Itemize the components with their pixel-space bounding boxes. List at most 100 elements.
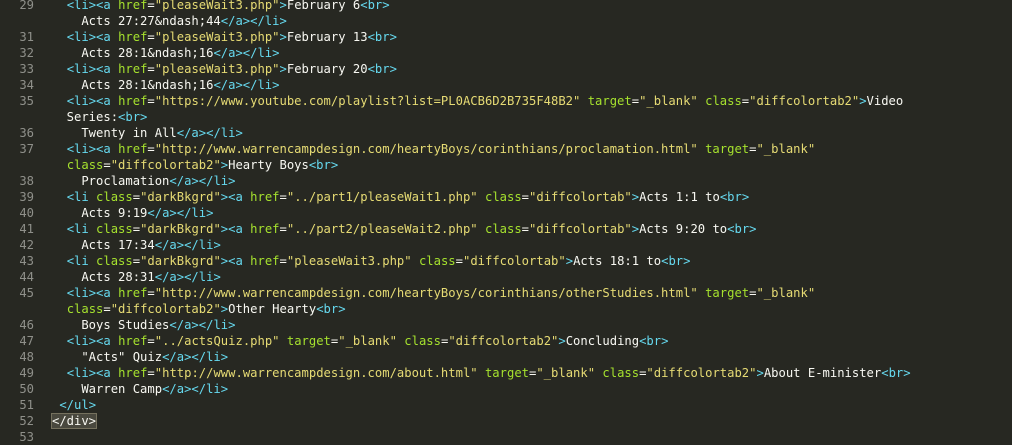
code-token: "_blank" [756, 286, 816, 300]
code-line[interactable]: 43 <li class="darkBkgrd"><a href="please… [0, 253, 1012, 269]
code-line[interactable]: Acts 27:27&ndash;44</a></li> [0, 13, 1012, 29]
code-token: "_blank" [639, 94, 698, 108]
code-token: Acts 18:1 to [573, 254, 662, 268]
code-token: = [132, 222, 141, 236]
code-line[interactable]: 39 <li class="darkBkgrd"><a href="../par… [0, 189, 1012, 205]
code-token: <li> [66, 94, 97, 108]
code-line[interactable]: 31 <li><a href="pleaseWait3.php">Februar… [0, 29, 1012, 45]
code-line[interactable]: 53 [0, 429, 1012, 445]
code-text: Acts 28:1&ndash;16</a></li> [52, 77, 279, 93]
code-line[interactable]: 41 <li class="darkBkgrd"><a href="../par… [0, 221, 1012, 237]
code-token: <br> [881, 366, 911, 380]
code-token: = [147, 94, 155, 108]
code-line[interactable]: 46 Boys Studies</a></li> [0, 317, 1012, 333]
code-text: class="diffcolortab2">Hearty Boys<br> [52, 157, 339, 173]
code-token: Acts 9:20 to [639, 222, 728, 236]
code-token: = [147, 62, 155, 76]
code-line[interactable]: 52 </div> [0, 413, 1012, 429]
code-token: <a [96, 142, 119, 156]
code-token: = [279, 190, 287, 204]
code-token: "_blank" [756, 142, 816, 156]
code-token: "diffcolortab" [529, 222, 632, 236]
code-token: <br> [316, 302, 346, 316]
code-line[interactable]: class="diffcolortab2">Other Hearty<br> [0, 301, 1012, 317]
code-token: "pleaseWait3.php" [154, 30, 280, 44]
code-token: "diffcolortab" [462, 254, 566, 268]
line-number: 46 [19, 318, 34, 332]
code-line[interactable]: class="diffcolortab2">Hearty Boys<br> [0, 157, 1012, 173]
code-line[interactable]: 36 Twenty in All</a></li> [0, 125, 1012, 141]
code-line[interactable]: 32 Acts 28:1&ndash;16</a></li> [0, 45, 1012, 61]
code-token: "diffcolortab2" [749, 94, 860, 108]
code-token: "pleaseWait3.php" [154, 0, 280, 12]
code-token: href [118, 286, 148, 300]
line-number: 34 [19, 78, 34, 92]
code-token: <a [228, 254, 251, 268]
code-token: <li> [66, 0, 97, 12]
code-token: </a> [176, 126, 207, 140]
code-token: href [250, 254, 280, 268]
code-line[interactable]: 48 "Acts" Quiz</a></li> [0, 349, 1012, 365]
code-token: > [279, 30, 287, 44]
code-token: </li> [242, 46, 280, 60]
code-token: <br> [367, 30, 397, 44]
code-token: "_blank" [536, 366, 596, 380]
code-line[interactable]: 33 <li><a href="pleaseWait3.php">Februar… [0, 61, 1012, 77]
code-line[interactable]: 40 Acts 9:19</a></li> [0, 205, 1012, 221]
code-line[interactable]: 51 </ul> [0, 397, 1012, 413]
code-token: "pleaseWait3.php" [286, 254, 412, 268]
line-number: 33 [19, 62, 34, 76]
code-line[interactable]: 49 <li><a href="http://www.warrencampdes… [0, 365, 1012, 381]
code-token: </div> [50, 413, 98, 429]
code-token: </a> [213, 46, 243, 60]
code-token: Concluding [565, 334, 640, 348]
code-token: "pleaseWait3.php" [154, 62, 280, 76]
code-line[interactable]: 29 <li><a href="pleaseWait3.php">Februar… [0, 0, 1012, 13]
code-token: "../actsQuiz.php" [154, 334, 280, 348]
code-token: = [147, 30, 155, 44]
code-token: target [705, 142, 750, 156]
code-token: > [558, 334, 566, 348]
code-token: "Acts" Quiz [52, 350, 163, 364]
line-number: 37 [19, 142, 34, 156]
code-line[interactable]: 47 <li><a href="../actsQuiz.php" target=… [0, 333, 1012, 349]
code-token: <li [66, 222, 97, 236]
code-text: Proclamation</a></li> [52, 173, 235, 189]
code-token: = [279, 222, 287, 236]
line-number: 35 [19, 94, 34, 108]
code-token: </a> [169, 318, 199, 332]
code-token: target [705, 286, 750, 300]
code-token: href [250, 222, 280, 236]
code-token: <li> [66, 366, 97, 380]
code-text: <li><a href="http://www.warrencampdesign… [52, 365, 911, 381]
code-line[interactable]: 44 Acts 28:31</a></li> [0, 269, 1012, 285]
code-line[interactable]: 42 Acts 17:34</a></li> [0, 237, 1012, 253]
code-editor[interactable]: 29 <li><a href="pleaseWait3.php">Februar… [0, 0, 1012, 444]
line-number: 39 [19, 190, 34, 204]
code-line[interactable]: 35 <li><a href="https://www.youtube.com/… [0, 93, 1012, 109]
code-token: </li> [184, 270, 221, 284]
code-token: "diffcolortab2" [110, 158, 221, 172]
code-token: Acts 28:1&ndash;16 [52, 46, 214, 60]
code-line[interactable]: 34 Acts 28:1&ndash;16</a></li> [0, 77, 1012, 93]
code-token: Other Hearty [228, 302, 317, 316]
code-line[interactable]: 38 Proclamation</a></li> [0, 173, 1012, 189]
code-token: </a> [162, 350, 192, 364]
code-text: Boys Studies</a></li> [52, 317, 235, 333]
code-line[interactable]: 45 <li><a href="http://www.warrencampdes… [0, 285, 1012, 301]
code-token: Acts 1:1 to [639, 190, 720, 204]
code-token: "_blank" [338, 334, 397, 348]
code-line[interactable]: Series:<br> [0, 109, 1012, 125]
code-token: "http://www.warrencampdesign.com/about.h… [154, 366, 478, 380]
code-token: class [418, 254, 456, 268]
code-token: </li> [176, 206, 214, 220]
code-text: Twenty in All</a></li> [52, 125, 242, 141]
code-text: <li class="darkBkgrd"><a href="pleaseWai… [52, 253, 691, 269]
code-line[interactable]: 50 Warren Camp</a></li> [0, 381, 1012, 397]
code-line[interactable]: 37 <li><a href="http://www.warrencampdes… [0, 141, 1012, 157]
code-text: </ul> [52, 397, 96, 413]
